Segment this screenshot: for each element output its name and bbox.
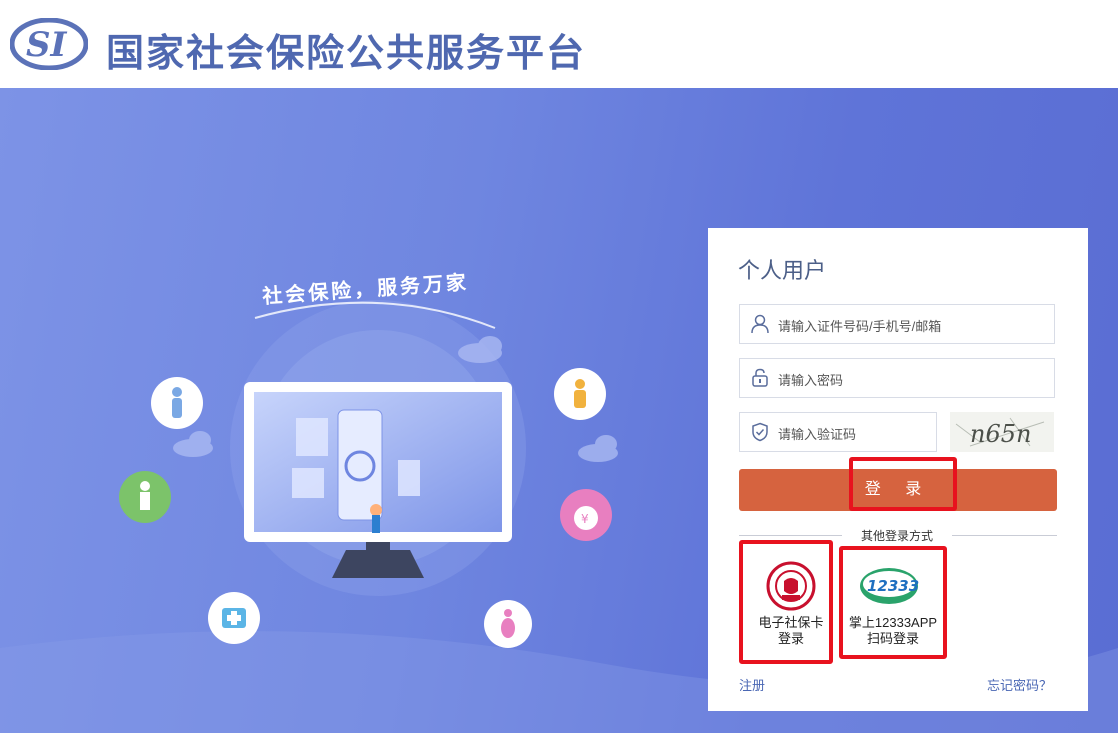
svg-text:¥: ¥ xyxy=(581,512,589,526)
forgot-password-link[interactable]: 忘记密码？ xyxy=(987,675,1052,694)
captcha-input[interactable]: 请输入验证码 xyxy=(739,412,937,452)
id-placeholder: 请输入证件号码/手机号/邮箱 xyxy=(778,319,942,334)
header: SI 国家社会保险公共服务平台 xyxy=(0,0,1118,88)
worker-icon xyxy=(119,471,171,523)
captcha-image[interactable]: n65n xyxy=(950,412,1054,452)
password-input[interactable]: 请输入密码 xyxy=(739,358,1055,398)
maternity-icon xyxy=(484,600,532,648)
password-placeholder: 请输入密码 xyxy=(778,373,844,388)
login-panel: 个人用户 请输入证件号码/手机号/邮箱 请输入密码 请输入验证码 n65n 登 … xyxy=(708,228,1088,711)
logo-text: SI xyxy=(26,25,68,65)
site-title: 国家社会保险公共服务平台 xyxy=(106,31,587,75)
other-methods-label: 其他登录方式 xyxy=(842,527,952,544)
medical-kit-icon xyxy=(208,592,260,644)
captcha-placeholder: 请输入验证码 xyxy=(778,427,857,442)
highlight-e-card xyxy=(739,540,833,664)
id-input[interactable]: 请输入证件号码/手机号/邮箱 xyxy=(739,304,1055,344)
captcha-text: n65n xyxy=(970,420,1031,448)
si-logo-icon: SI xyxy=(10,18,88,70)
highlight-login xyxy=(849,457,957,511)
money-bag-icon: ¥ xyxy=(560,489,612,541)
shield-icon xyxy=(752,422,768,442)
elderly-icon xyxy=(151,377,203,429)
lock-icon xyxy=(752,368,768,387)
highlight-12333-app xyxy=(839,546,947,659)
injury-icon xyxy=(554,368,606,420)
register-link[interactable]: 注册 xyxy=(739,675,765,694)
panel-title: 个人用户 xyxy=(738,259,827,284)
user-icon xyxy=(751,314,769,334)
